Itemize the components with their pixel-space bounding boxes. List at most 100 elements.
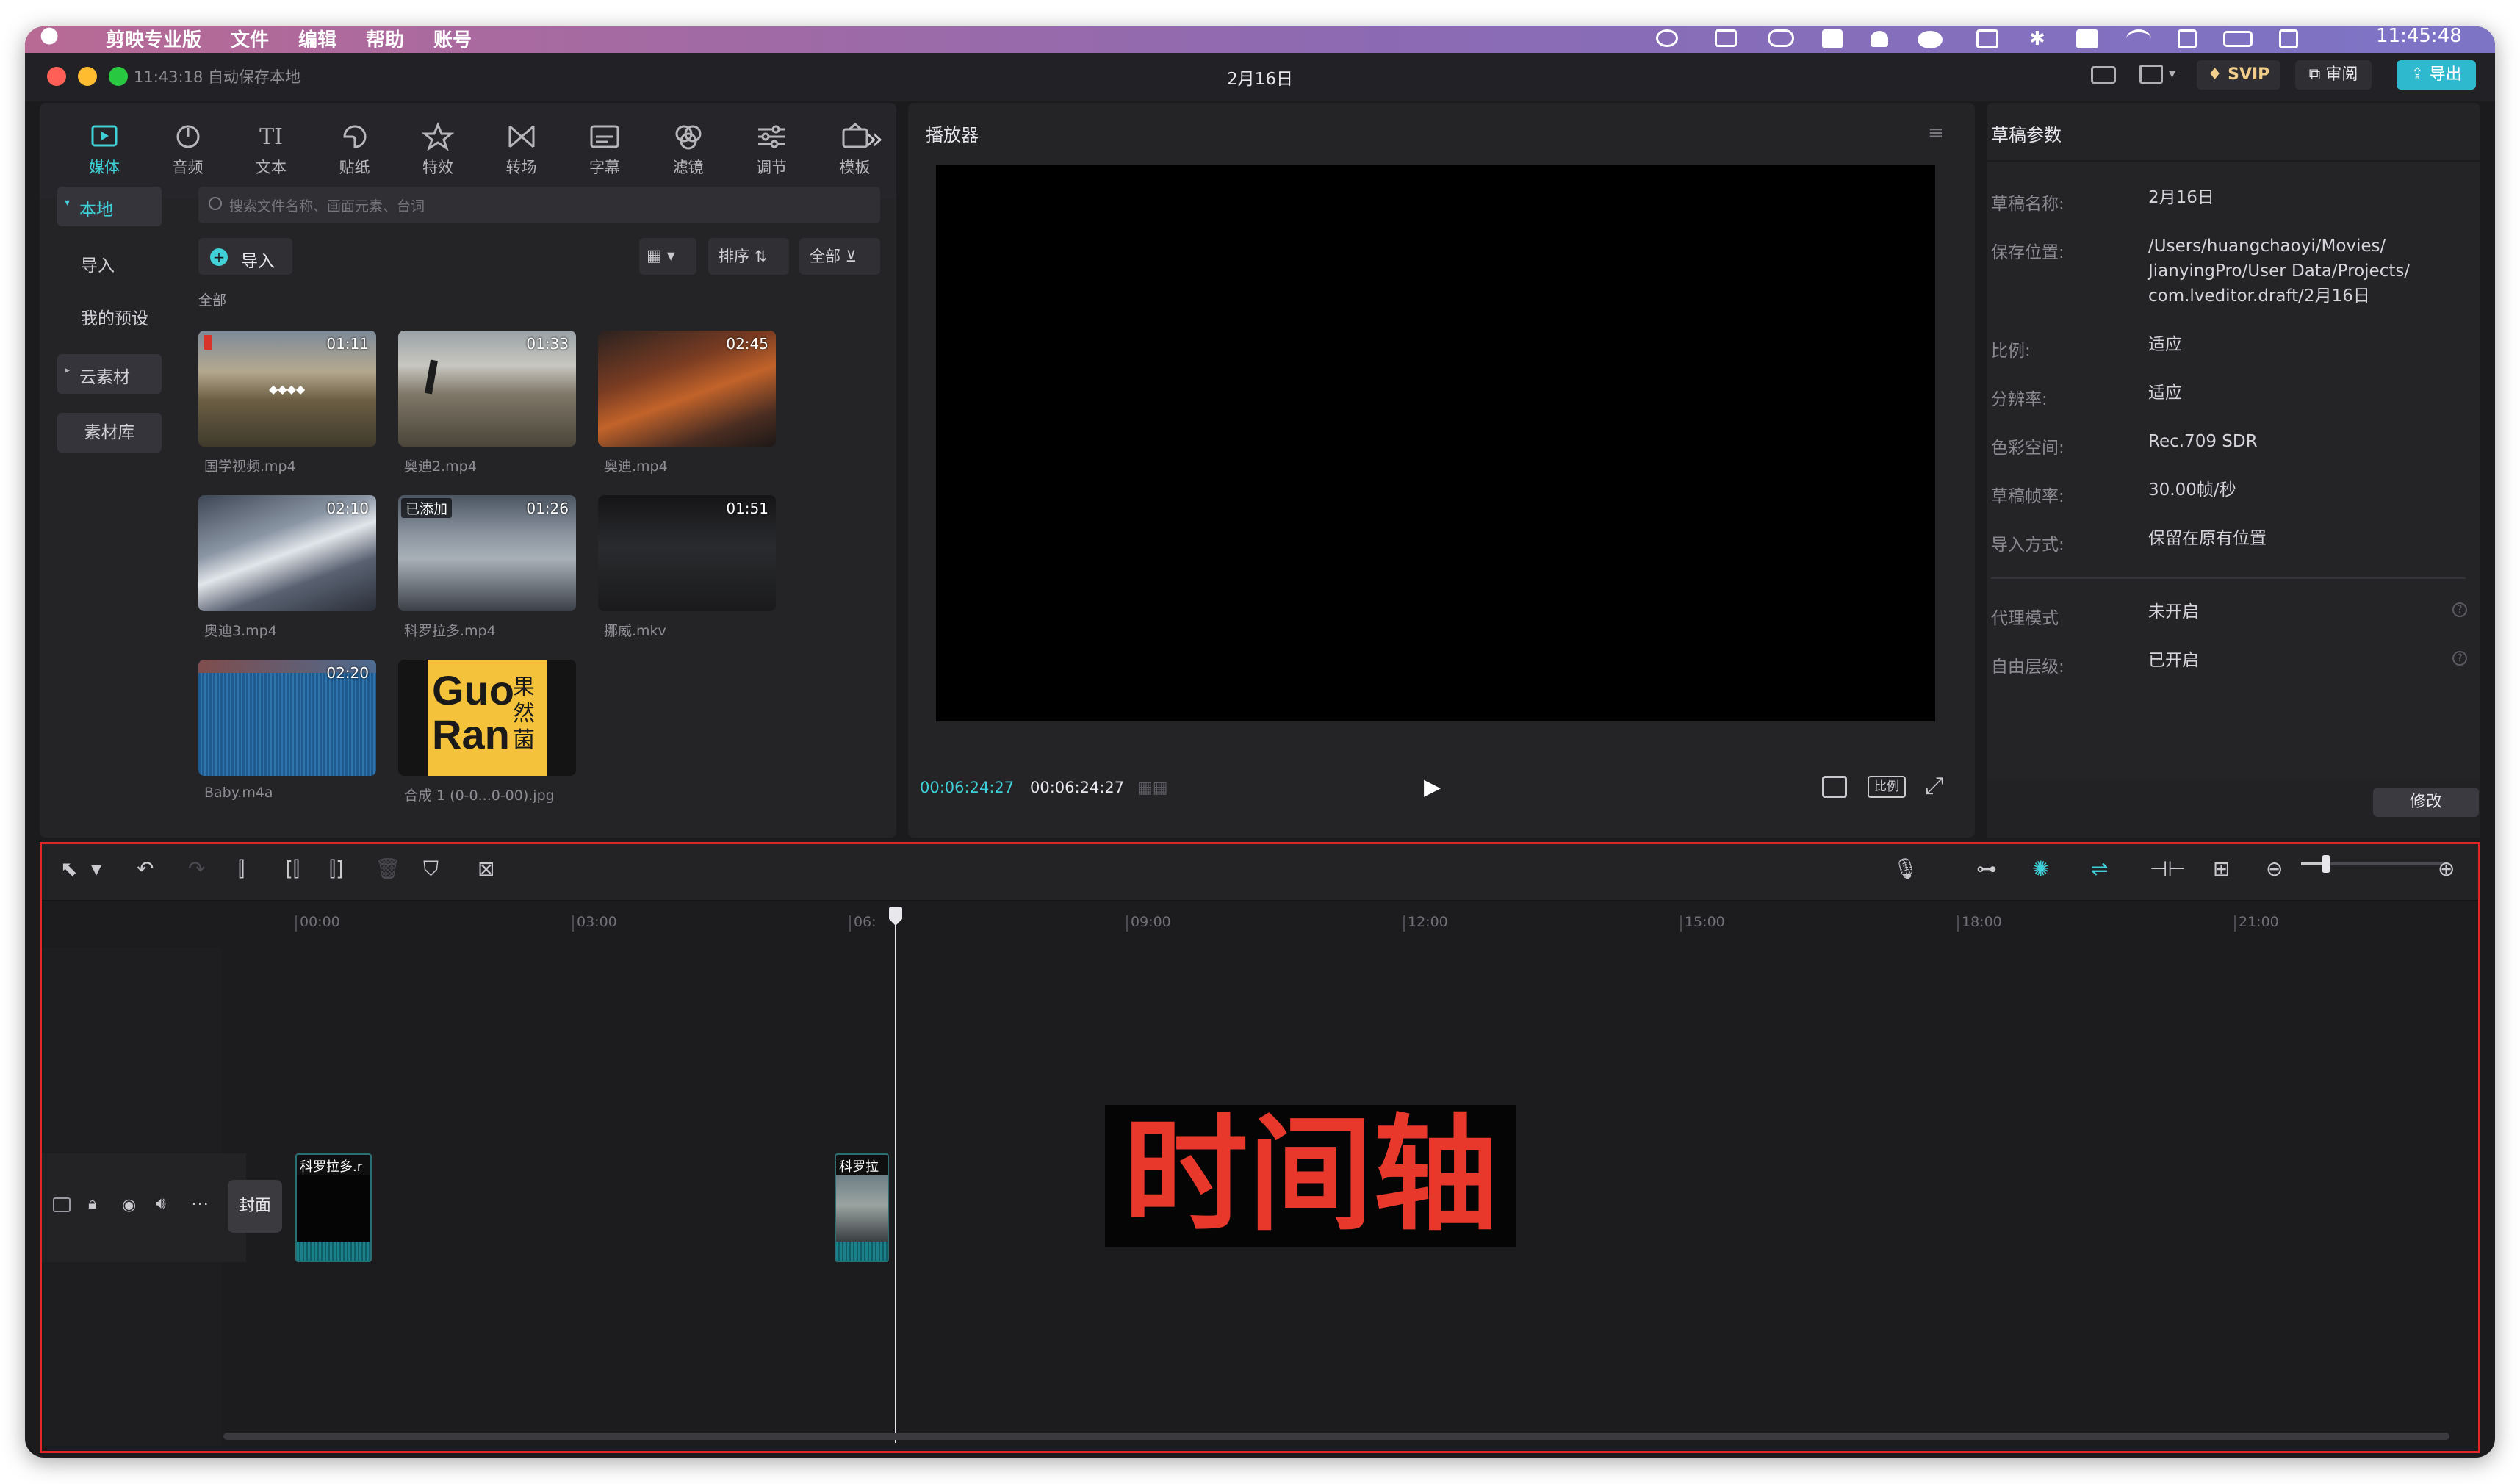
dropdown-icon: ▾ (666, 247, 675, 265)
zoom-slider-track[interactable] (2322, 862, 2448, 865)
select-icon[interactable]: ⬉ (60, 857, 77, 881)
layout-icon[interactable] (2139, 65, 2163, 84)
marker-icon[interactable]: ⛉ (423, 857, 439, 882)
media-thumbnail[interactable]: 01:33 (398, 331, 576, 447)
zoom-out-icon[interactable]: ⊖ (2266, 857, 2283, 881)
split-left-icon[interactable]: [⫿ (285, 857, 300, 882)
split-right-icon[interactable]: ⫿] (329, 857, 344, 882)
tab-media[interactable]: 媒体 (69, 112, 140, 192)
magnet-icon[interactable]: ✺ (2032, 857, 2049, 881)
menu-file[interactable]: 文件 (231, 26, 269, 52)
modify-button[interactable]: 修改 (2373, 788, 2479, 817)
bluetooth-icon[interactable]: ✱ (2029, 28, 2045, 50)
image-thumbnail[interactable]: Guo Ran 果然菌 (398, 660, 576, 776)
svip-button[interactable]: ♦ SVIP (2197, 60, 2280, 90)
timeline-scrollbar[interactable] (223, 1433, 2449, 1440)
sidebar-item-cloud[interactable]: ▸ 云素材 (57, 354, 162, 394)
media-thumbnail[interactable]: 02:45 (598, 331, 776, 447)
tab-effects[interactable]: 特效 (403, 112, 473, 192)
screen-record-icon[interactable] (2076, 29, 2098, 48)
media-thumbnail[interactable]: ◆◆◆◆ 01:11 (198, 331, 376, 447)
control-center-icon[interactable] (2279, 29, 2298, 48)
review-button[interactable]: ⧉ 审阅 (2295, 60, 2372, 90)
sidebar-item-local[interactable]: ▾ 本地 (57, 187, 162, 226)
keyboard-shortcut-icon[interactable] (2091, 66, 2116, 84)
zoom-slider-handle[interactable] (2322, 855, 2330, 873)
media-thumbnail[interactable]: 02:10 (198, 495, 376, 611)
zoom-in-icon[interactable]: ⊕ (2438, 857, 2455, 881)
word-icon[interactable] (1822, 29, 1843, 48)
media-thumbnail[interactable]: 01:51 (598, 495, 776, 611)
expand-arrow-icon: ▾ (65, 197, 71, 209)
ratio-button[interactable]: 比例 (1868, 776, 1906, 798)
video-clip[interactable]: 科罗拉 (835, 1153, 889, 1262)
more-icon[interactable]: ⋯ (191, 1193, 209, 1214)
cloud-icon[interactable] (1656, 29, 1678, 47)
crop-icon[interactable]: ⊠ (478, 857, 494, 881)
import-button[interactable]: + 导入 (198, 238, 292, 275)
wifi-icon[interactable] (2126, 29, 2151, 48)
export-button[interactable]: ⇪ 导出 (2397, 60, 2476, 90)
delete-icon[interactable]: 🗑︎ (375, 857, 401, 881)
timecode-grid-icon[interactable]: ▦▦ (1137, 779, 1168, 797)
menu-account[interactable]: 账号 (433, 26, 472, 52)
wechat-icon[interactable] (1918, 31, 1943, 48)
sidebar-item-presets[interactable]: 我的预设 (81, 304, 148, 329)
eye-icon[interactable]: ◉ (122, 1196, 136, 1214)
photos-icon[interactable] (1715, 29, 1737, 47)
lock-icon[interactable]: 🔒︎ (88, 1195, 97, 1213)
help-icon[interactable]: ? (2452, 651, 2467, 666)
media-thumbnail[interactable]: 已添加 01:26 (398, 495, 576, 611)
qq-icon[interactable] (1871, 31, 1888, 47)
video-preview[interactable] (936, 165, 1935, 721)
tab-text[interactable]: TI 文本 (236, 112, 306, 192)
undo-icon[interactable]: ↶ (137, 857, 154, 881)
tab-audio[interactable]: 音频 (153, 112, 223, 192)
tab-sticker[interactable]: 贴纸 (320, 112, 390, 192)
tab-subtitle[interactable]: 字幕 (569, 112, 640, 192)
audio-thumbnail[interactable]: 02:20 (198, 660, 376, 776)
filter-button[interactable]: 全部 ⊻ (799, 238, 880, 275)
menu-help[interactable]: 帮助 (366, 26, 404, 52)
play-icon[interactable]: ▶ (1424, 774, 1441, 800)
sidebar-item-library[interactable]: 素材库 (57, 413, 162, 453)
user-icon[interactable] (2178, 29, 2197, 48)
preview-axis-icon[interactable]: ⊞ (2213, 857, 2230, 881)
sort-button[interactable]: 排序 ⇅ (708, 238, 789, 275)
layout-dropdown-icon[interactable]: ▾ (2169, 66, 2175, 82)
select-dropdown-icon[interactable]: ▾ (91, 857, 101, 881)
link-icon[interactable]: ⊶ (1976, 857, 1997, 881)
battery-icon[interactable] (2223, 31, 2253, 47)
linkage-icon[interactable]: ⇌ (2091, 857, 2108, 881)
tab-filter[interactable]: 滤镜 (653, 112, 724, 192)
video-clip[interactable]: 科罗拉多.r (295, 1153, 372, 1262)
sidebar-item-import[interactable]: 导入 (81, 251, 115, 276)
fullscreen-icon[interactable]: ⤢ (1925, 771, 1944, 800)
fit-screen-icon[interactable] (1822, 776, 1847, 798)
review-label: 审阅 (2325, 65, 2358, 84)
tab-template[interactable]: 模板 (820, 112, 890, 192)
microphone-icon[interactable]: 🎙︎ (1893, 857, 1919, 881)
split-icon[interactable]: ⫿ (238, 857, 245, 882)
help-icon[interactable]: ? (2452, 602, 2467, 617)
apple-icon[interactable]: ● (40, 26, 59, 48)
view-mode-button[interactable]: ▦ ▾ (639, 238, 696, 275)
tab-label: 模板 (839, 159, 871, 176)
input-method-icon[interactable] (1976, 29, 1998, 48)
menu-app-name[interactable]: 剪映专业版 (106, 26, 201, 52)
search-placeholder: 搜索文件名称、画面元素、台词 (229, 198, 425, 215)
player-menu-icon[interactable]: ≡ (1928, 122, 1944, 144)
duration-label: 02:20 (326, 664, 369, 682)
timeline-annotation: 时间轴 (1105, 1105, 1516, 1247)
tab-adjust[interactable]: 调节 (736, 112, 807, 192)
cover-button[interactable]: 封面 (228, 1180, 282, 1233)
align-icon[interactable]: ⊣⊢ (2150, 857, 2186, 881)
menu-edit[interactable]: 编辑 (298, 26, 336, 52)
tab-transition[interactable]: 转场 (486, 112, 557, 192)
filter-icon: ⊻ (845, 248, 857, 265)
volume-icon[interactable]: 🔊︎ (156, 1195, 166, 1213)
redo-icon[interactable]: ↷ (188, 857, 205, 881)
link-icon[interactable] (1768, 29, 1794, 47)
track-type-icon[interactable] (53, 1197, 71, 1212)
subtitle-icon (590, 125, 619, 148)
